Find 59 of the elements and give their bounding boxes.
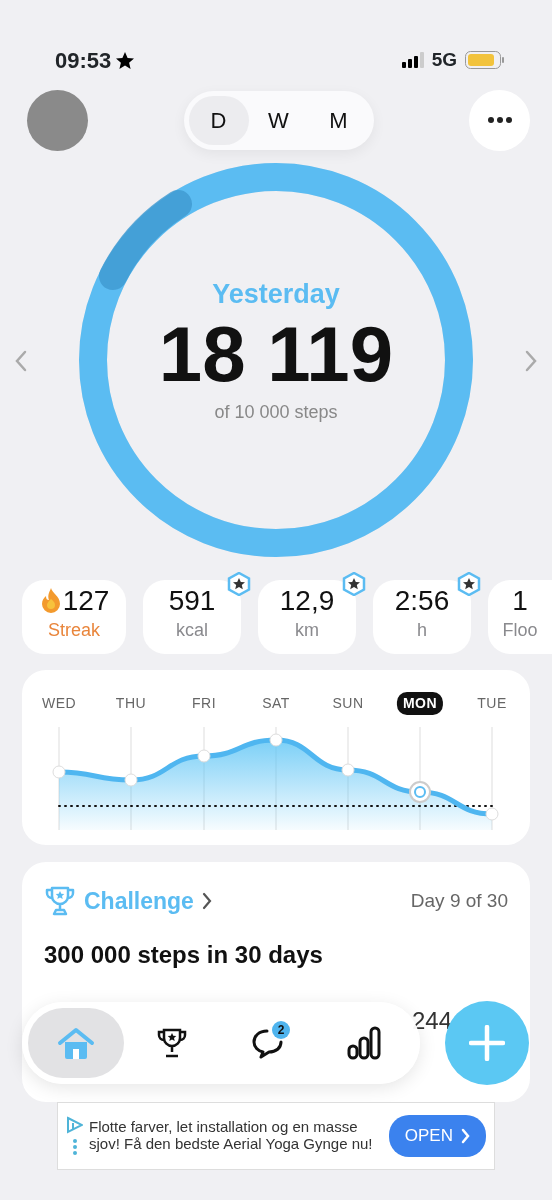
chat-icon <box>251 1027 285 1059</box>
tab-bar-item[interactable]: 2 <box>220 1008 316 1078</box>
next-button[interactable] <box>524 348 538 372</box>
network-label: 5G <box>431 47 457 72</box>
trophy-icon <box>44 885 76 918</box>
stat-value: 591 <box>168 586 216 617</box>
clock-time: 09:53 <box>55 46 112 75</box>
data-point <box>485 807 499 821</box>
ring-title: Yesterday <box>211 278 341 312</box>
star-icon <box>115 50 136 70</box>
period-tab[interactable]: D <box>188 95 249 145</box>
stat-card[interactable]: 127 Streak <box>22 580 126 654</box>
chevron-left-icon <box>14 349 28 372</box>
data-point <box>52 765 66 779</box>
ad-text: Flotte farver, let installation og en masse sjov! Få den bedste Aerial Yoga Gynge nu! <box>89 1119 374 1153</box>
day-tab[interactable]: TUE <box>471 692 513 715</box>
day-tab[interactable]: SAT <box>256 692 296 715</box>
chevron-right-icon <box>201 892 212 911</box>
stat-label: h <box>416 618 428 642</box>
previous-button[interactable] <box>14 348 28 372</box>
trophy-icon <box>156 1027 188 1059</box>
challenge-day-count: Day 9 of 30 <box>410 889 508 913</box>
stat-label: Streak <box>47 618 101 642</box>
day-tab[interactable]: WED <box>35 692 83 715</box>
home-icon <box>56 1025 96 1061</box>
notification-badge: 2 <box>272 1021 290 1039</box>
day-tab[interactable]: MON <box>396 692 444 715</box>
chevron-right-icon <box>524 349 538 372</box>
stat-card[interactable]: 2:56 h <box>373 580 471 654</box>
stat-value: 127 <box>62 586 110 617</box>
step-count: 18 119 <box>158 314 394 393</box>
period-tab[interactable]: M <box>308 95 369 145</box>
signal-icon <box>401 52 424 68</box>
stat-value: 1 <box>512 586 528 617</box>
ad-info-icon[interactable] <box>66 1116 83 1134</box>
day-tab[interactable]: SUN <box>326 692 370 715</box>
stat-label: km <box>294 618 320 642</box>
day-tab[interactable]: FRI <box>185 692 223 715</box>
stat-card[interactable]: 1 Floo <box>488 580 552 654</box>
selected-data-point <box>409 781 431 803</box>
bar-chart-icon <box>347 1026 381 1060</box>
step-goal: of 10 000 steps <box>213 400 339 424</box>
battery-icon <box>465 51 504 69</box>
leaderboard-value: 244 <box>411 1005 452 1036</box>
more-icon <box>487 117 512 123</box>
day-tab[interactable]: THU <box>109 692 153 715</box>
open-button[interactable]: OPEN <box>388 1115 486 1157</box>
challenge-name: 300 000 steps in 30 days <box>44 939 324 970</box>
more-icon[interactable] <box>71 1138 78 1156</box>
avatar[interactable] <box>27 89 88 151</box>
stat-value: 2:56 <box>394 586 450 617</box>
stat-label: kcal <box>175 618 209 642</box>
stat-label: Floo <box>501 618 539 642</box>
stat-card[interactable]: 591 kcal <box>143 580 241 654</box>
plus-icon <box>469 1025 505 1061</box>
chevron-right-icon <box>461 1128 470 1144</box>
stat-value: 12,9 <box>279 586 335 617</box>
period-tab[interactable]: W <box>248 95 309 145</box>
stat-card[interactable]: 12,9 km <box>258 580 356 654</box>
